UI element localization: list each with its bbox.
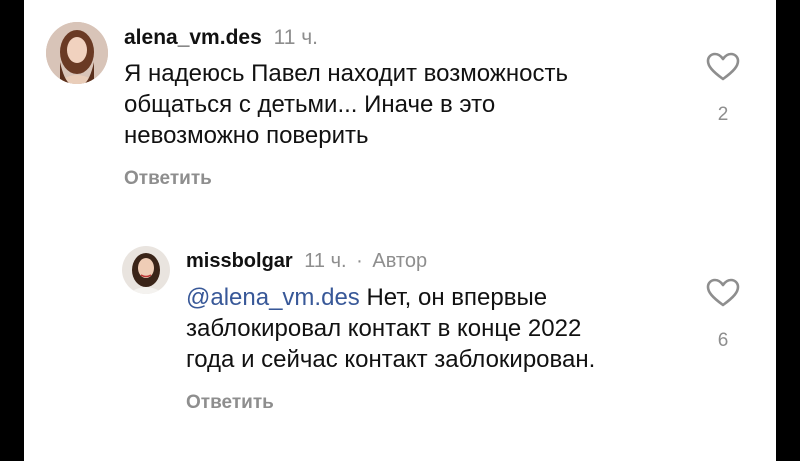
comment-line: общаться с детьми... Иначе в это [124, 91, 496, 118]
like-button[interactable] [706, 52, 740, 82]
avatar[interactable] [122, 246, 170, 294]
comment-header: missbolgar 11 ч. · Автор [186, 250, 427, 273]
reply-button[interactable]: Ответить [124, 168, 212, 190]
username[interactable]: alena_vm.des [124, 26, 262, 49]
like-button[interactable] [706, 278, 740, 308]
reply-comment-item: missbolgar 11 ч. · Автор @alena_vm.des Н… [24, 210, 776, 461]
like-count: 2 [717, 104, 729, 125]
comment-line: невозможно поверить [124, 122, 369, 149]
username[interactable]: missbolgar [186, 250, 293, 272]
comment-text: Я надеюсь Павел находит возможность обща… [124, 58, 684, 151]
comment-line: Я надеюсь Павел находит возможность [124, 60, 568, 87]
comment-line: @alena_vm.des Нет, он впервые [186, 282, 706, 313]
user-photo-avatar-icon [122, 246, 170, 294]
heart-outline-icon [706, 278, 740, 307]
heart-outline-icon [706, 52, 740, 81]
comment-text: @alena_vm.des Нет, он впервые заблокиров… [186, 282, 706, 375]
comment-line: заблокировал контакт в конце 2022 [186, 315, 582, 342]
user-photo-avatar-icon [46, 22, 108, 84]
like-count: 6 [717, 330, 729, 351]
avatar[interactable] [46, 22, 108, 84]
timestamp: 11 ч. [273, 26, 319, 49]
reply-button[interactable]: Ответить [186, 392, 274, 414]
comment-line: года и сейчас контакт заблокирован. [186, 346, 596, 373]
comment-line-text: Нет, он впервые [359, 284, 548, 311]
author-badge: Автор [372, 250, 428, 272]
comment-header: alena_vm.des 11 ч. [124, 26, 318, 50]
comments-screen: alena_vm.des 11 ч. Я надеюсь Павел наход… [24, 0, 776, 461]
separator: · [356, 250, 363, 272]
comment-item: alena_vm.des 11 ч. Я надеюсь Павел наход… [24, 0, 776, 210]
timestamp: 11 ч. [304, 250, 347, 272]
mention-link[interactable]: @alena_vm.des [186, 284, 360, 311]
